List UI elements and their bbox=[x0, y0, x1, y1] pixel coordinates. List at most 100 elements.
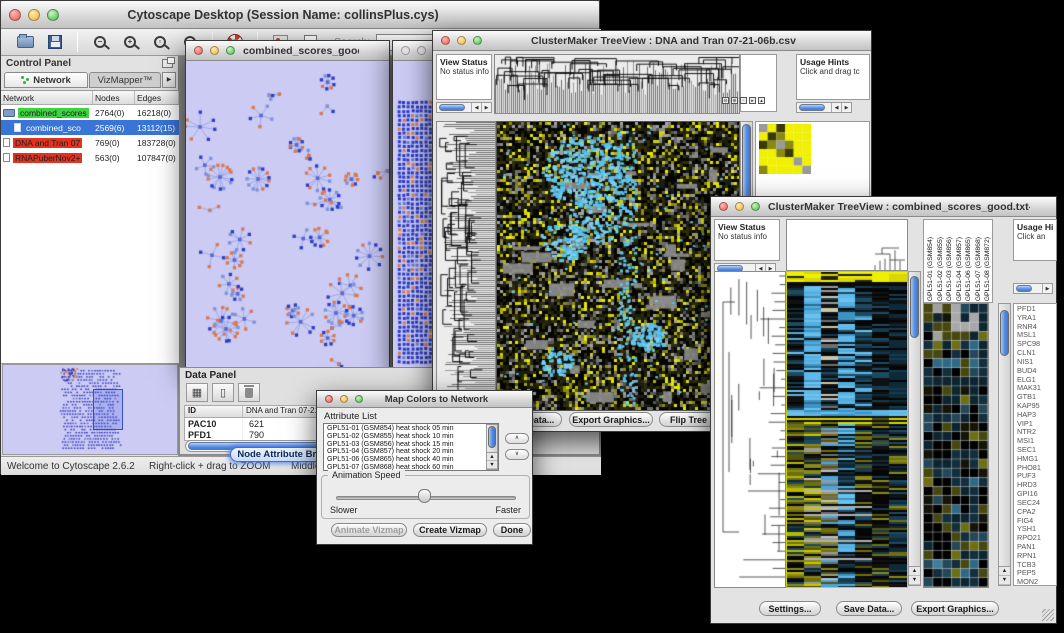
table-view-button[interactable]: ▦ bbox=[186, 383, 208, 402]
zoom-tool-icon[interactable]: ▫ bbox=[740, 97, 747, 104]
column-header[interactable]: Nodes bbox=[93, 91, 135, 104]
main-title-bar[interactable]: Cytoscape Desktop (Session Name: collins… bbox=[1, 1, 599, 29]
overview-viewport-rect[interactable] bbox=[93, 389, 123, 430]
dialog-title-bar[interactable]: Map Colors to Network bbox=[317, 391, 532, 408]
close-button[interactable] bbox=[194, 46, 203, 55]
scroll-up-arrow[interactable]: ▲ bbox=[909, 567, 920, 576]
minimize-button[interactable] bbox=[735, 202, 744, 211]
save-data-button[interactable]: Save Data... bbox=[836, 601, 902, 616]
row-dendrogram[interactable] bbox=[714, 271, 786, 588]
column-label[interactable]: GPL51-03 (GSM856) bbox=[945, 237, 955, 301]
global-heatmap[interactable] bbox=[786, 271, 908, 588]
animate-vizmap-button[interactable]: Animate Vizmap bbox=[331, 523, 407, 537]
hints-scroll-widget[interactable]: ▶ bbox=[1013, 283, 1053, 294]
minimize-button[interactable] bbox=[457, 36, 466, 45]
heatmap-vscrollbar[interactable]: ▲▼ bbox=[908, 271, 921, 586]
scrollbar-thumb[interactable] bbox=[1000, 310, 1009, 356]
speed-slider-thumb[interactable] bbox=[418, 489, 431, 503]
zoom-tool-icon[interactable]: ▸ bbox=[749, 97, 756, 104]
network-window-title-bar[interactable]: combined_scores_good.txt--cluste... bbox=[186, 41, 389, 61]
save-session-button[interactable] bbox=[43, 31, 67, 53]
close-button[interactable] bbox=[401, 46, 410, 55]
scroll-up-arrow[interactable]: ▲ bbox=[999, 567, 1010, 576]
zoom-button[interactable] bbox=[751, 202, 760, 211]
done-button[interactable]: Done bbox=[493, 523, 531, 537]
close-button[interactable] bbox=[719, 202, 728, 211]
gene-label[interactable]: MON2 bbox=[1017, 578, 1056, 586]
resize-grip[interactable] bbox=[1042, 609, 1054, 621]
move-down-button[interactable]: ∨ bbox=[505, 449, 529, 460]
hints-scroll-widget[interactable]: ◀ ▶ bbox=[796, 102, 852, 113]
scroll-pill[interactable] bbox=[439, 104, 465, 111]
column-label[interactable]: GPL51-01 (GSM854) bbox=[926, 237, 936, 301]
column-label[interactable]: GPL51-06 (GSM865) bbox=[964, 237, 974, 301]
zoom-tool-icon[interactable]: ⊖ bbox=[722, 97, 729, 104]
minimize-button[interactable] bbox=[340, 395, 348, 403]
network-row[interactable]: combined_scores 2764(0) 16218(0) bbox=[1, 105, 179, 120]
treeview2-title-bar[interactable]: ClusterMaker TreeView : combined_scores_… bbox=[711, 197, 1056, 217]
zoom-button[interactable] bbox=[47, 9, 59, 21]
zoomed-heatmap[interactable] bbox=[759, 124, 811, 174]
minimize-button[interactable] bbox=[417, 46, 426, 55]
scroll-pill[interactable] bbox=[799, 104, 825, 111]
column-label[interactable]: GPL51-08 (GSM872) bbox=[983, 237, 993, 301]
tab-network[interactable]: Network bbox=[4, 72, 88, 88]
zoom-fit-button[interactable]: ▫ bbox=[148, 31, 172, 53]
scroll-left-arrow[interactable]: ◀ bbox=[831, 103, 841, 112]
column-header[interactable]: Network bbox=[1, 91, 93, 104]
float-panel-icon[interactable] bbox=[162, 59, 173, 68]
new-attribute-button[interactable]: ▯ bbox=[212, 383, 234, 402]
scroll-up-arrow[interactable]: ▲ bbox=[487, 453, 497, 461]
column-label[interactable]: GPL51-07 (GSM868) bbox=[974, 237, 984, 301]
network-overview-panel[interactable] bbox=[2, 364, 178, 455]
close-button[interactable] bbox=[325, 395, 333, 403]
export-graphics-button[interactable]: Export Graphics... bbox=[911, 601, 999, 616]
scrollbar-thumb[interactable] bbox=[910, 276, 919, 338]
zoom-out-button[interactable]: − bbox=[88, 31, 112, 53]
scroll-down-arrow[interactable]: ▼ bbox=[999, 576, 1010, 585]
scroll-right-arrow[interactable]: ▶ bbox=[1042, 284, 1052, 293]
export-graphics-button[interactable]: Export Graphics... bbox=[569, 412, 653, 427]
scroll-down-arrow[interactable]: ▼ bbox=[909, 576, 920, 585]
zoom-button[interactable] bbox=[355, 395, 363, 403]
scrollbar-thumb[interactable] bbox=[488, 426, 496, 448]
zoom-in-button[interactable]: + bbox=[118, 31, 142, 53]
global-heatmap[interactable] bbox=[496, 121, 740, 411]
zoom-tool-icon[interactable]: ▴ bbox=[758, 97, 765, 104]
column-dendrogram[interactable] bbox=[786, 219, 908, 271]
id-column-header[interactable]: ID bbox=[185, 406, 243, 417]
scroll-pill[interactable] bbox=[1016, 285, 1032, 292]
zoom-button[interactable] bbox=[226, 46, 235, 55]
list-scrollbar[interactable]: ▲▼ bbox=[486, 424, 498, 470]
network-row[interactable]: combined_sco 2569(6) 13112(15) bbox=[1, 120, 179, 135]
close-button[interactable] bbox=[9, 9, 21, 21]
move-up-button[interactable]: ∧ bbox=[505, 433, 529, 444]
treeview1-title-bar[interactable]: ClusterMaker TreeView : DNA and Tran 07-… bbox=[433, 31, 871, 51]
zoom-button[interactable] bbox=[473, 36, 482, 45]
delete-attribute-button[interactable] bbox=[238, 383, 260, 402]
network-canvas[interactable] bbox=[186, 61, 389, 369]
scroll-down-arrow[interactable]: ▼ bbox=[487, 461, 497, 469]
tab-overflow-button[interactable]: ▶ bbox=[162, 72, 176, 88]
settings-button[interactable]: Settings... bbox=[759, 601, 821, 616]
network-row[interactable]: DNA and Tran 07 769(0) 183728(0) bbox=[1, 135, 179, 150]
zoom-tool-icon[interactable]: ⊕ bbox=[731, 97, 738, 104]
scroll-left-arrow[interactable]: ◀ bbox=[471, 103, 481, 112]
row-dendrogram[interactable] bbox=[436, 121, 496, 411]
minimize-button[interactable] bbox=[210, 46, 219, 55]
scroll-right-arrow[interactable]: ▶ bbox=[481, 103, 491, 112]
column-header[interactable]: Edges bbox=[135, 91, 179, 104]
create-vizmap-button[interactable]: Create Vizmap bbox=[413, 523, 487, 537]
zoomed-heatmap[interactable] bbox=[923, 303, 989, 588]
network-row[interactable]: RNAPuberNov2+ 563(0) 107847(0) bbox=[1, 150, 179, 165]
close-button[interactable] bbox=[441, 36, 450, 45]
open-session-button[interactable] bbox=[13, 31, 37, 53]
zoom-vscrollbar[interactable]: ▲▼ bbox=[998, 303, 1011, 586]
minimize-button[interactable] bbox=[28, 9, 40, 21]
column-dendrogram[interactable] bbox=[494, 54, 740, 114]
status-scroll-widget[interactable]: ◀ ▶ bbox=[436, 102, 492, 113]
column-label[interactable]: GPL51-02 (GSM855) bbox=[936, 237, 946, 301]
tab-vizmapper[interactable]: VizMapper™ bbox=[89, 72, 161, 88]
column-label[interactable]: GPL51-04 (GSM857) bbox=[955, 237, 965, 301]
scroll-right-arrow[interactable]: ▶ bbox=[841, 103, 851, 112]
